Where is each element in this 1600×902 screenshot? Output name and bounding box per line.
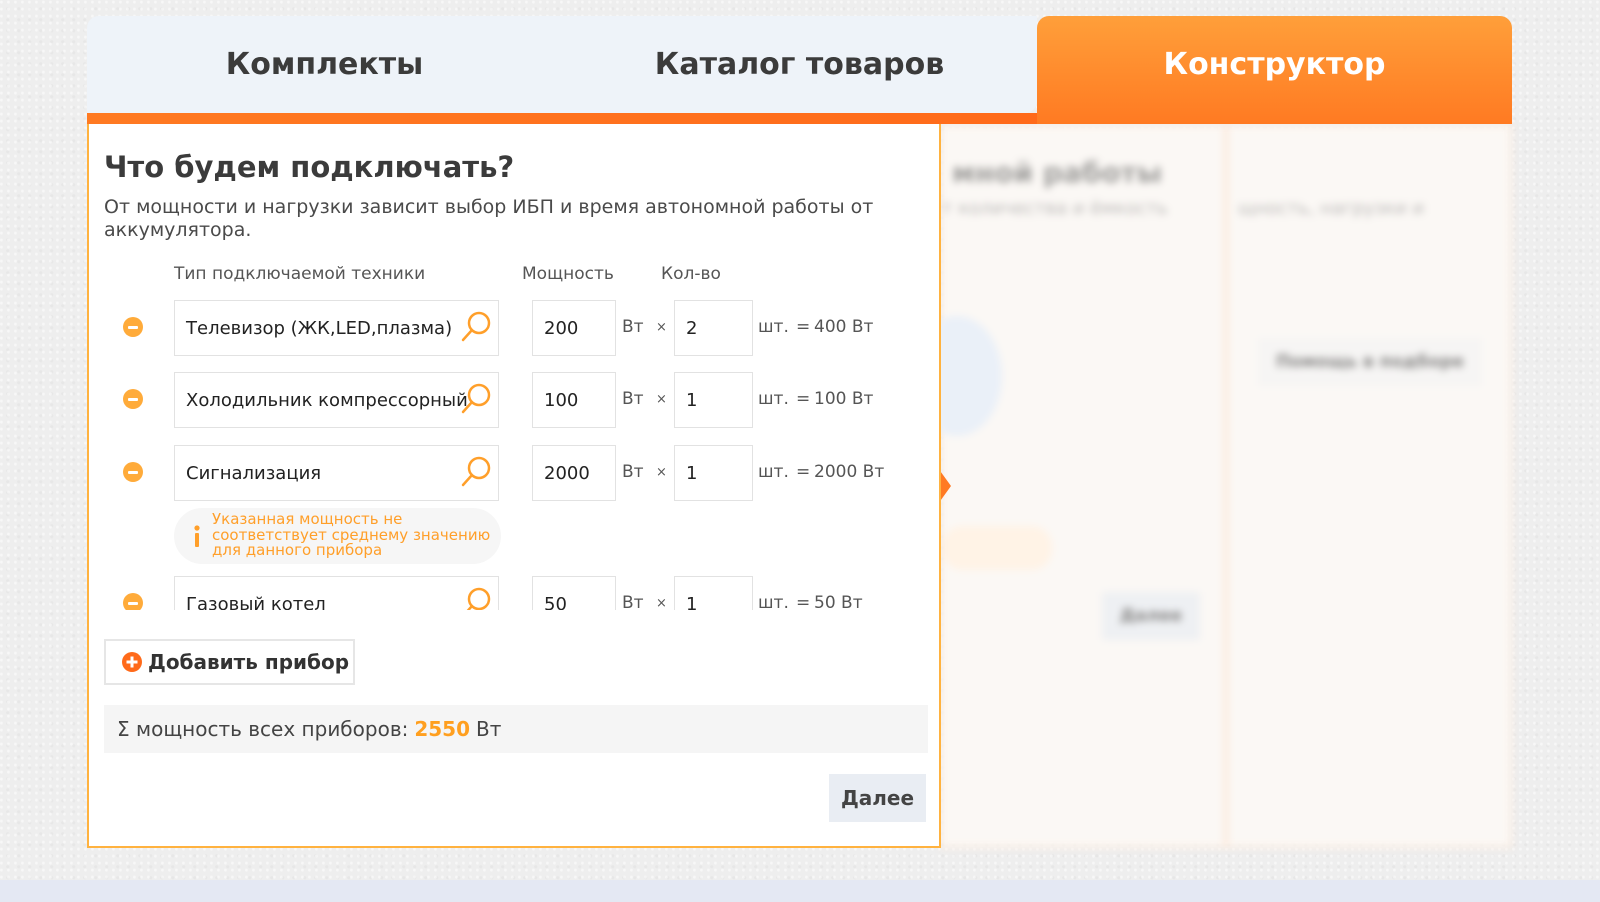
device-type-input[interactable]: Сигнализация [174,445,499,501]
power-unit: Вт [622,462,644,482]
devices-panel: Что будем подключать? От мощности и нагр… [87,124,941,848]
quantity-unit: шт. [758,593,789,610]
info-icon [194,525,200,547]
search-icon[interactable] [459,382,493,416]
device-row: Газовый котел 50 Вт × 1 шт. = 50 Вт [89,576,943,610]
blurred-help-button: Помощь в подборе [1258,338,1483,386]
total-power-bar: Σ мощность всех приборов: 2550 Вт [104,705,928,753]
device-row: Телевизор (ЖК,LED,плазма) 200 Вт × 2 шт.… [89,300,943,356]
quantity-unit: шт. [758,317,789,337]
device-type-input[interactable]: Холодильник компрессорный [174,372,499,428]
power-input[interactable]: 2000 [532,445,616,501]
column-header-power: Мощность [522,264,614,284]
multiply-sign: × [656,392,667,407]
blurred-panel-step-3: щность, нагрузки и Помощь в подборе [1226,124,1512,848]
add-device-button[interactable]: Добавить прибор [104,639,355,685]
search-icon[interactable] [459,455,493,489]
row-total: 2000 Вт [814,462,885,482]
equals-sign: = [796,317,811,337]
blurred-title: мной работы [952,156,1163,189]
quantity-unit: шт. [758,462,789,482]
blurred-text: щность, нагрузки и [1238,198,1425,219]
warning-text: Указанная мощность не соответствует сред… [212,510,491,559]
power-input[interactable]: 200 [532,300,616,356]
page-footer-band [0,880,1600,902]
equals-sign: = [796,462,811,482]
column-header-qty: Кол-во [661,264,721,284]
remove-icon[interactable] [123,389,143,409]
multiply-sign: × [656,320,667,335]
tab-catalog[interactable]: Каталог товаров [562,16,1037,113]
total-power-label: Σ мощность всех приборов: [117,717,409,741]
blurred-panel-step-2: мной работы т количества и ёмкость Далее [912,124,1226,848]
panel-title: Что будем подключать? [104,150,515,184]
power-unit: Вт [622,389,644,409]
power-unit: Вт [622,593,644,610]
multiply-sign: × [656,465,667,480]
blurred-note [942,526,1052,570]
device-type-input[interactable]: Газовый котел [174,576,499,610]
total-power-value: 2550 [414,717,471,741]
power-input[interactable]: 50 [532,576,616,610]
equals-sign: = [796,593,811,610]
plus-circle-icon [122,652,142,672]
next-button[interactable]: Далее [829,774,926,822]
tab-underline [87,113,1037,124]
device-row: Сигнализация 2000 Вт × 1 шт. = 2000 Вт [89,445,943,501]
power-unit: Вт [622,317,644,337]
blurred-next-button: Далее [1102,592,1201,640]
column-header-type: Тип подключаемой техники [174,264,426,284]
multiply-sign: × [656,596,667,610]
remove-icon[interactable] [123,593,143,610]
search-icon[interactable] [459,310,493,344]
row-total: 100 Вт [814,389,874,409]
device-type-input[interactable]: Телевизор (ЖК,LED,плазма) [174,300,499,356]
blurred-next-steps: мной работы т количества и ёмкость Далее… [912,124,1512,848]
add-device-label: Добавить прибор [148,650,350,674]
panel-subtitle: От мощности и нагрузки зависит выбор ИБП… [104,196,874,241]
quantity-input[interactable]: 1 [674,576,753,610]
total-power-unit: Вт [476,717,502,741]
power-warning: Указанная мощность не соответствует сред… [174,508,501,564]
quantity-input[interactable]: 1 [674,372,753,428]
tab-bar: Комплекты Каталог товаров Конструктор [87,16,1512,124]
tab-constructor[interactable]: Конструктор [1037,16,1512,124]
search-icon[interactable] [459,586,493,610]
row-total: 400 Вт [814,317,874,337]
row-total: 50 Вт [814,593,863,610]
power-input[interactable]: 100 [532,372,616,428]
tab-kits[interactable]: Комплекты [87,16,562,113]
quantity-input[interactable]: 1 [674,445,753,501]
blurred-text: т количества и ёмкость [942,198,1168,219]
equals-sign: = [796,389,811,409]
quantity-unit: шт. [758,389,789,409]
remove-icon[interactable] [123,462,143,482]
device-list[interactable]: Телевизор (ЖК,LED,плазма) 200 Вт × 2 шт.… [89,296,943,610]
remove-icon[interactable] [123,317,143,337]
device-row: Холодильник компрессорный 100 Вт × 1 шт.… [89,372,943,428]
quantity-input[interactable]: 2 [674,300,753,356]
